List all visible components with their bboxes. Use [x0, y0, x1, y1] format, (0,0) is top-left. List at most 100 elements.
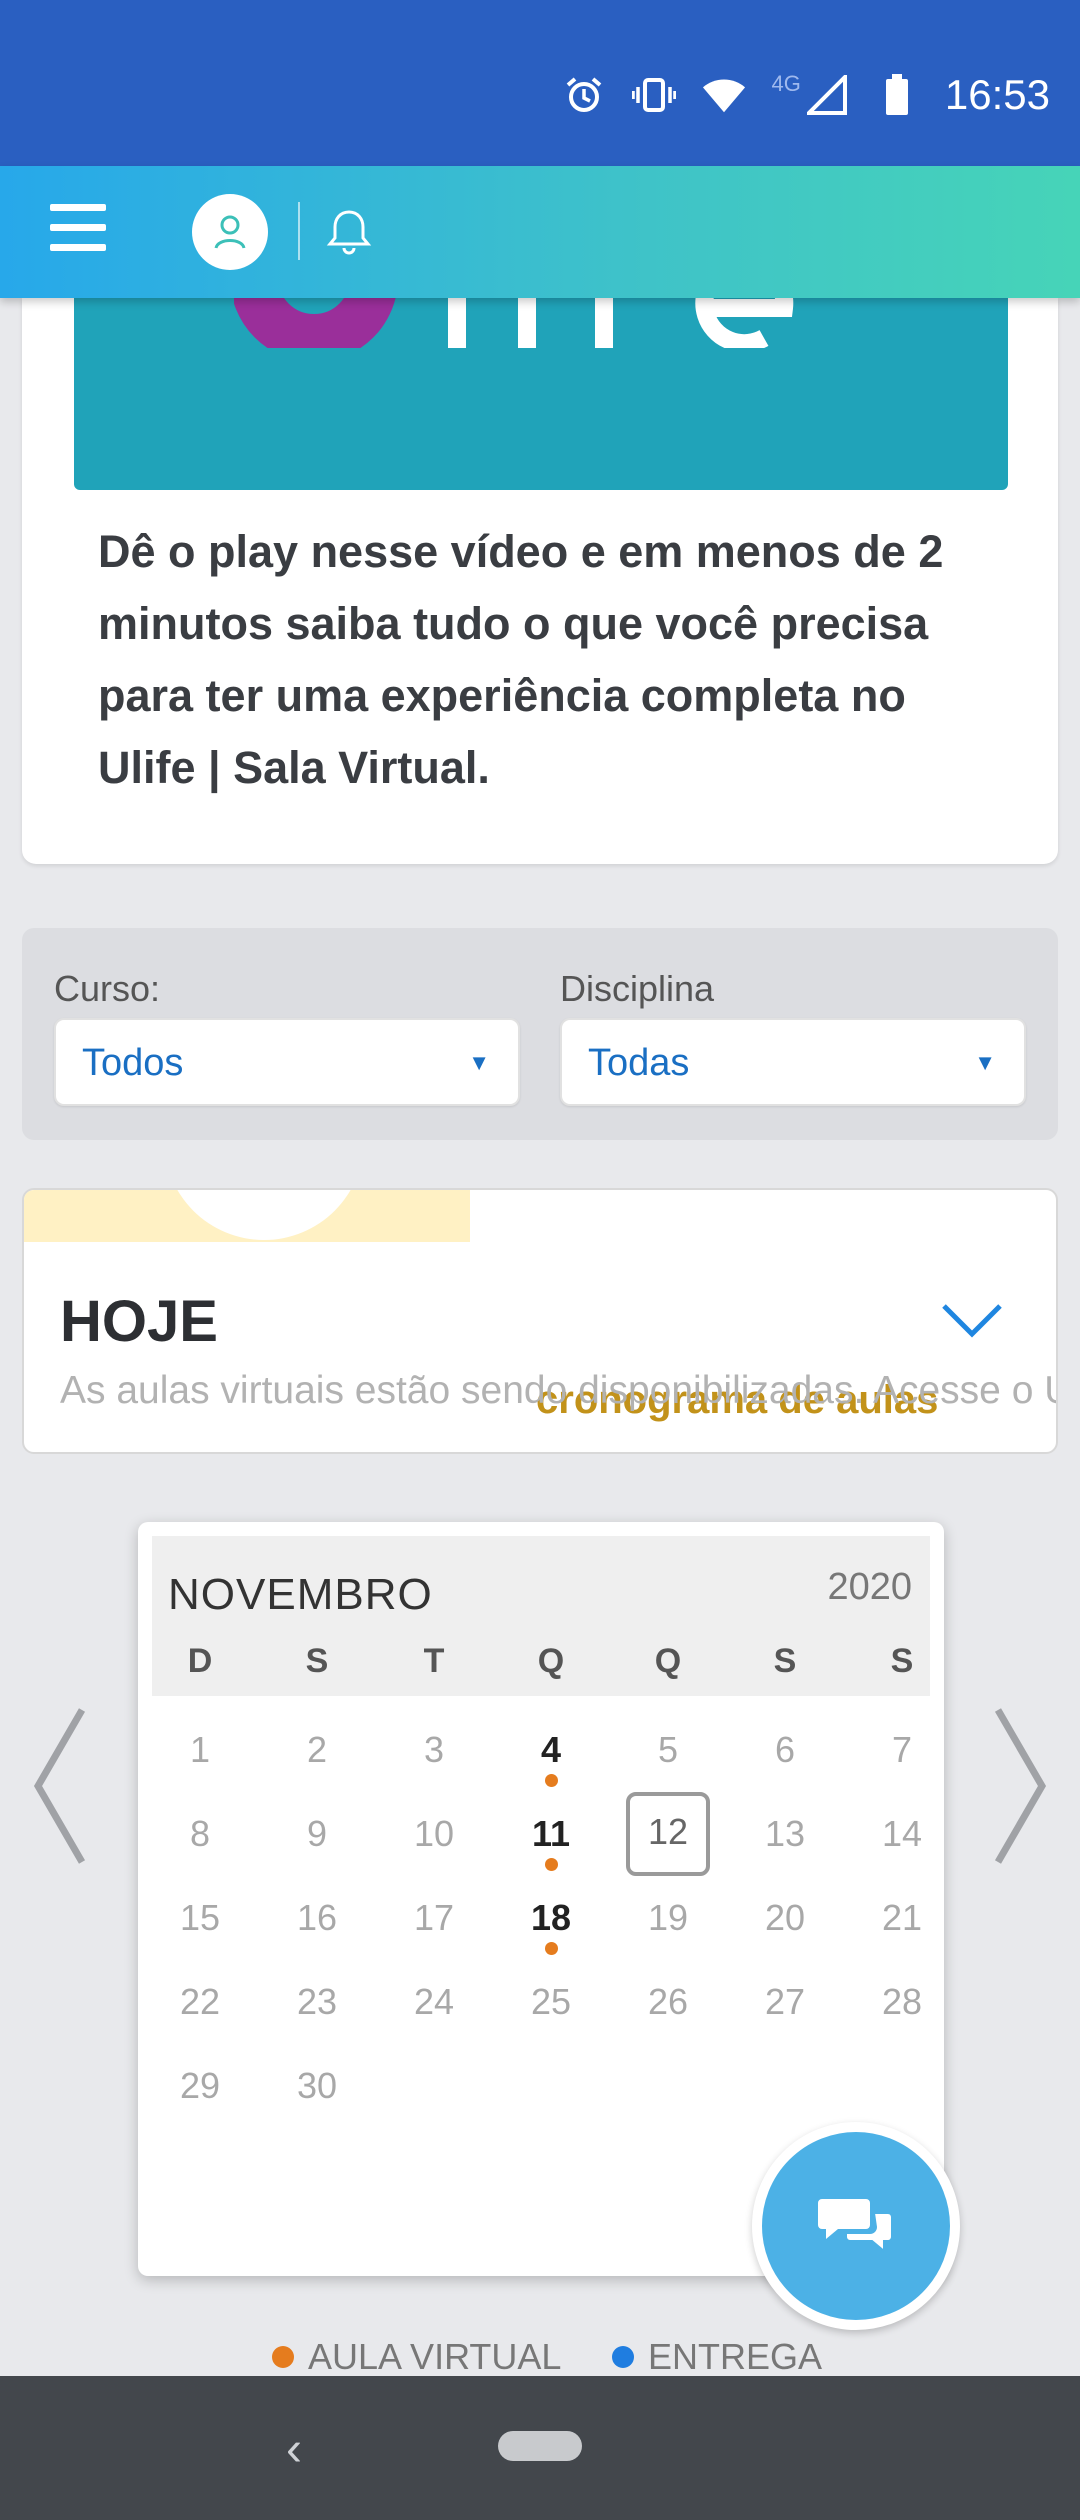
back-icon[interactable]: ‹	[286, 2422, 302, 2477]
calendar-day-number: 30	[296, 2065, 338, 2106]
alarm-icon	[562, 73, 606, 117]
calendar-day[interactable]: 26	[623, 1962, 713, 2042]
menu-icon[interactable]	[50, 204, 106, 260]
calendar-year: 2020	[827, 1566, 912, 1608]
calendar-day-number: 16	[296, 1897, 338, 1938]
calendar-day-number: 14	[881, 1813, 923, 1854]
calendar-day[interactable]: 14	[857, 1794, 947, 1874]
calendar-day-number: 25	[530, 1981, 572, 2022]
calendar-day[interactable]: 10	[389, 1794, 479, 1874]
clock: 16:53	[944, 71, 1050, 118]
event-dot-icon	[545, 1774, 558, 1787]
calendar-day-number: 5	[657, 1729, 679, 1770]
calendar-day[interactable]: 17	[389, 1878, 479, 1958]
calendar-day[interactable]: 22	[155, 1962, 245, 2042]
wifi-icon	[702, 73, 746, 117]
calendar-day[interactable]: 29	[155, 2046, 245, 2126]
calendar-day[interactable]: 9	[272, 1794, 362, 1874]
calendar-day-number: 6	[774, 1729, 796, 1770]
calendar-day-number: 8	[189, 1813, 211, 1854]
calendar-day-number: 17	[413, 1897, 455, 1938]
calendar-day-number: 10	[413, 1813, 455, 1854]
weekday-label: Q	[654, 1642, 682, 1680]
video-thumbnail[interactable]	[74, 298, 1008, 490]
course-select[interactable]: Todos ▼	[54, 1018, 520, 1106]
calendar-day-number: 24	[413, 1981, 455, 2022]
status-bar: 4G 16:53	[0, 0, 1080, 166]
calendar-day[interactable]: 4	[506, 1710, 596, 1790]
calendar-day[interactable]: 30	[272, 2046, 362, 2126]
chat-icon	[818, 2199, 893, 2254]
calendar-day[interactable]: 24	[389, 1962, 479, 2042]
calendar-day-number: 19	[647, 1897, 689, 1938]
course-value: Todos	[82, 1042, 184, 1084]
chevron-down-icon[interactable]	[940, 1300, 1004, 1340]
app-bar	[0, 166, 1080, 298]
calendar-day[interactable]: 25	[506, 1962, 596, 2042]
calendar-day-number: 9	[306, 1813, 328, 1854]
today-title: HOJE	[60, 1289, 218, 1354]
calendar-day[interactable]: 15	[155, 1878, 245, 1958]
calendar-day-number: 4	[540, 1729, 562, 1770]
calendar-day[interactable]: 13	[740, 1794, 830, 1874]
calendar-day[interactable]: 16	[272, 1878, 362, 1958]
next-month-icon[interactable]	[990, 1706, 1050, 1866]
calendar-day[interactable]: 5	[623, 1710, 713, 1790]
calendar-day[interactable]: 23	[272, 1962, 362, 2042]
today-card[interactable]: cronograma de aulas HOJE As aulas virtua…	[22, 1188, 1058, 1454]
discipline-select[interactable]: Todas ▼	[560, 1018, 1026, 1106]
calendar-day-number: 27	[764, 1981, 806, 2022]
orange-dot-icon	[272, 2346, 294, 2368]
course-label: Curso:	[54, 968, 161, 1009]
calendar-month: NOVEMBRO	[168, 1570, 433, 1619]
legend-label: ENTREGA	[648, 2336, 823, 2377]
avatar[interactable]	[192, 194, 268, 270]
bell-icon[interactable]	[324, 208, 374, 258]
prev-month-icon[interactable]	[30, 1706, 90, 1866]
calendar-day-number: 3	[423, 1729, 445, 1770]
calendar-day-number: 28	[881, 1981, 923, 2022]
dropdown-arrow-icon: ▼	[468, 1050, 490, 1075]
discipline-label: Disciplina	[560, 968, 715, 1009]
blue-dot-icon	[612, 2346, 634, 2368]
weekday-label: D	[187, 1642, 213, 1680]
user-icon	[214, 215, 246, 249]
calendar-day-number: 2	[306, 1729, 328, 1770]
calendar-day[interactable]: 1	[155, 1710, 245, 1790]
legend-label: AULA VIRTUAL	[308, 2336, 562, 2377]
status-icons: 4G 16:53	[562, 62, 1050, 128]
calendar-day[interactable]: 19	[623, 1878, 713, 1958]
calendar-day[interactable]: 28	[857, 1962, 947, 2042]
home-pill-icon[interactable]	[498, 2431, 582, 2461]
weekday-label: Q	[537, 1642, 565, 1680]
calendar-day-number: 21	[881, 1897, 923, 1938]
calendar-day[interactable]: 20	[740, 1878, 830, 1958]
calendar-day-number: 15	[179, 1897, 221, 1938]
calendar-day[interactable]: 7	[857, 1710, 947, 1790]
video-card: Dê o play nesse vídeo e em menos de 2 mi…	[22, 298, 1058, 864]
calendar-day[interactable]: 12	[626, 1792, 710, 1876]
calendar-day[interactable]: 27	[740, 1962, 830, 2042]
ulife-logo	[234, 298, 794, 348]
calendar-day[interactable]: 2	[272, 1710, 362, 1790]
chat-button[interactable]	[752, 2122, 960, 2330]
calendar-day[interactable]: 18	[506, 1878, 596, 1958]
calendar-day-number: 1	[189, 1729, 211, 1770]
calendar-day-number: 20	[764, 1897, 806, 1938]
event-dot-icon	[545, 1858, 558, 1871]
calendar-day[interactable]: 3	[389, 1710, 479, 1790]
calendar-day[interactable]: 8	[155, 1794, 245, 1874]
calendar-day[interactable]: 6	[740, 1710, 830, 1790]
calendar-day[interactable]: 11	[506, 1794, 596, 1874]
battery-icon	[875, 73, 919, 117]
calendar-header: NOVEMBRO 2020 D S T Q Q S S	[152, 1536, 930, 1696]
calendar-day-number: 13	[764, 1813, 806, 1854]
filters-panel: Curso: Todos ▼ Disciplina Todas ▼	[22, 928, 1058, 1140]
legend-aula-virtual: AULA VIRTUAL	[272, 2336, 561, 2378]
calendar-day[interactable]: 21	[857, 1878, 947, 1958]
vibrate-icon	[631, 73, 676, 117]
legend-entrega: ENTREGA	[612, 2336, 822, 2378]
calendar-day-number: 29	[179, 2065, 221, 2106]
calendar-day-number: 26	[647, 1981, 689, 2022]
divider	[298, 202, 300, 260]
